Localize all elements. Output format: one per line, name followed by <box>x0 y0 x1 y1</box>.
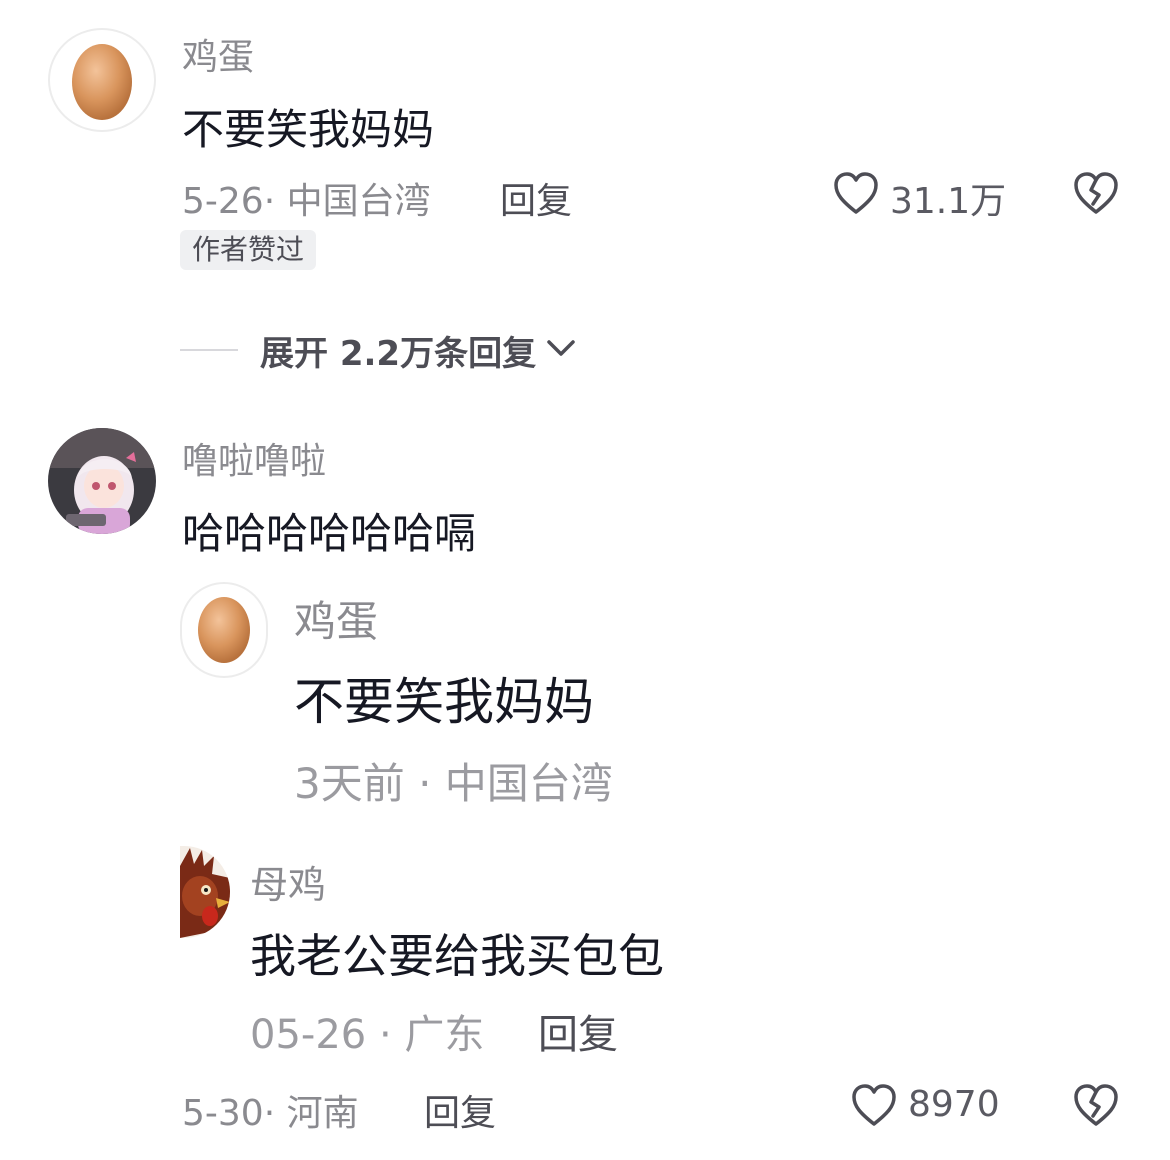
commenter-avatar[interactable] <box>48 28 156 132</box>
heart-outline-icon[interactable] <box>850 1082 898 1132</box>
chevron-down-icon <box>544 333 578 367</box>
embedded-date-location: 3天前 · 中国台湾 <box>294 759 613 808</box>
embedded-comment-text: 不要笑我妈妈 <box>294 673 594 731</box>
comment-attached-image[interactable]: 鸡蛋 不要笑我妈妈 3天前 · 中国台湾 母鸡 我老公要给我买包包 05-26 … <box>180 574 678 1068</box>
embedded-username: 鸡蛋 <box>294 597 379 646</box>
heart-outline-icon[interactable] <box>832 170 880 220</box>
embedded-reply-label: 回复 <box>538 1012 618 1058</box>
embedded-comment-text: 我老公要给我买包包 <box>250 929 664 983</box>
embedded-date-location: 05-26 · 广东 <box>250 1012 485 1058</box>
embedded-commenter-avatar <box>180 846 230 938</box>
embedded-username: 母鸡 <box>250 863 327 907</box>
author-liked-badge: 作者赞过 <box>180 230 317 270</box>
comment-date-location: 5-30· 河南 <box>182 1093 359 1134</box>
comment-text: 不要笑我妈妈 <box>182 105 435 154</box>
comment-date-location: 5-26· 中国台湾 <box>182 181 431 222</box>
expand-replies-button[interactable]: 展开 2.2万条回复 <box>180 328 578 374</box>
broken-heart-icon[interactable] <box>1072 170 1120 220</box>
like-count: 31.1万 <box>890 181 1007 222</box>
divider-line <box>180 349 238 351</box>
expand-replies-label: 展开 2.2万条回复 <box>260 333 537 374</box>
comment-text: 哈哈哈哈哈哈嗝 <box>182 509 477 558</box>
broken-heart-icon[interactable] <box>1072 1082 1120 1132</box>
commenter-username[interactable]: 鸡蛋 <box>182 28 254 80</box>
commenter-username[interactable]: 噜啦噜啦 <box>182 432 326 484</box>
reply-button[interactable]: 回复 <box>424 1084 496 1136</box>
commenter-avatar[interactable] <box>48 428 156 534</box>
embedded-commenter-avatar <box>180 582 268 678</box>
like-count: 8970 <box>908 1084 1000 1125</box>
reply-button[interactable]: 回复 <box>500 172 572 224</box>
